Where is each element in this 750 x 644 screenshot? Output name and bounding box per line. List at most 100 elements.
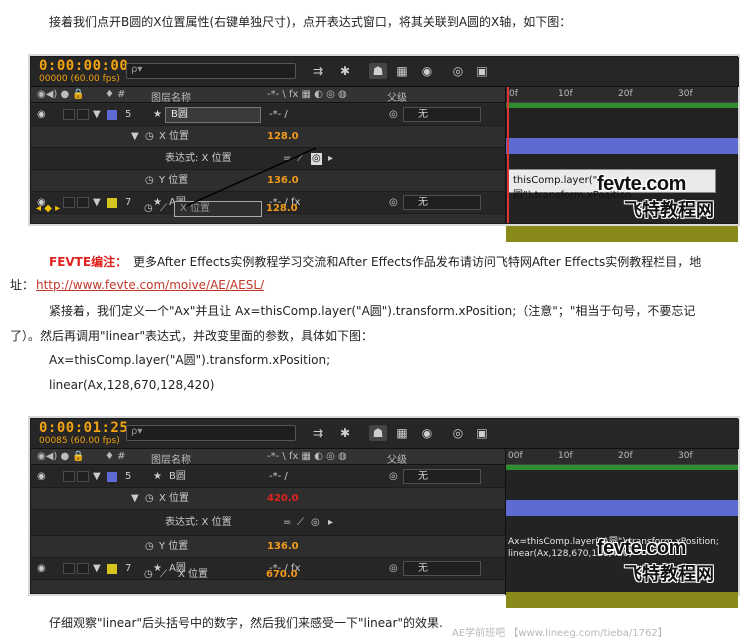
ruler-tick: 20f [618,89,633,99]
timecode-display[interactable]: 0:00:01:25 [39,420,128,436]
time-ruler[interactable]: 0f 10f 20f 30f [506,87,738,103]
time-ruler[interactable]: 00f 10f 20f 30f [506,449,738,465]
brainstorm-icon[interactable]: ▣ [473,63,491,79]
draft-3d-icon[interactable]: ✱ [336,63,354,79]
expand-arrow-icon[interactable]: ▼ [93,109,101,121]
graph-editor-icon[interactable]: ◎ [449,63,467,79]
layer-search-input[interactable]: ρ▾ [126,63,296,79]
current-time-indicator[interactable] [507,87,509,223]
expression-language-menu-icon[interactable]: ▸ [328,153,333,165]
x-position-value[interactable]: 420.0 [267,493,299,505]
pickwhip-icon[interactable]: ◎ [311,153,322,165]
property-row-ypos[interactable]: ◷ Y 位置 136.0 [31,170,505,192]
watermark-cn: 飞特教程网 [624,200,714,220]
pickwhip-icon[interactable]: ◎ [389,471,398,483]
pickwhip-target-field[interactable]: X 位置 [174,201,262,217]
lock-toggle[interactable] [77,109,89,120]
enable-expression-icon[interactable]: = [283,517,291,529]
ruler-tick: 30f [678,451,693,461]
layer-switches-icon[interactable]: -*- / [269,471,288,483]
y-position-label: Y 位置 [159,175,189,186]
note-link[interactable]: http://www.fevte.com/moive/AE/AESL/ [36,277,264,293]
layer-column-header: ◉◀) ● 🔒 ♦ # 图层名称 -*- \ fx ▦ ◐ ◎ ◍ 父级 [31,449,505,466]
frame-blending-icon[interactable]: ▦ [393,425,411,441]
shy-layers-icon[interactable]: ☗ [369,425,387,441]
x-position-value[interactable]: 670.0 [266,569,298,581]
ruler-tick: 20f [618,451,633,461]
brainstorm-icon[interactable]: ▣ [473,425,491,441]
composition-mini-flowchart-icon[interactable]: ⇉ [309,425,327,441]
composition-mini-flowchart-icon[interactable]: ⇉ [309,63,327,79]
stopwatch-icon[interactable]: ◷ [145,175,154,187]
parent-header: 父级 [387,455,407,466]
x-position-value[interactable]: 128.0 [266,203,298,215]
motion-blur-icon[interactable]: ◉ [418,63,436,79]
a-xpos-row[interactable]: ◷ ⟋ X 位置 670.0 [30,564,504,588]
stopwatch-icon[interactable]: ◷ [145,541,154,553]
stopwatch-icon[interactable]: ◷ [144,203,153,215]
keyframe-nav-icon[interactable]: ◂ ◆ ▸ [36,203,60,215]
timecode-display[interactable]: 0:00:00:00 [39,58,128,74]
note-link-anchor[interactable]: http://www.fevte.com/moive/AE/AESL/ [36,278,264,292]
expand-arrow-icon[interactable]: ▼ [131,131,139,143]
frame-blending-icon[interactable]: ▦ [393,63,411,79]
solo-toggle[interactable] [63,471,75,482]
property-row-xpos[interactable]: ▼ ◷ X 位置 128.0 [31,126,505,148]
parent-dropdown[interactable]: 无 [403,107,481,122]
shy-layers-icon[interactable]: ☗ [369,63,387,79]
layer-name-field[interactable]: B圆 [165,107,261,123]
layer-row-b[interactable]: ◉ ▼ 5 ★ B圆 -*- / ◎ 无 [31,104,505,126]
expand-arrow-icon[interactable]: ▼ [93,471,101,483]
layer-search-input[interactable]: ρ▾ [126,425,296,441]
visibility-icon[interactable]: ◉ [37,109,46,121]
property-row-ypos[interactable]: ◷ Y 位置 136.0 [31,536,505,558]
expression-language-menu-icon[interactable]: ▸ [328,517,333,529]
layer-row-b[interactable]: ◉ ▼ 5 ★ B圆 -*- / ◎ 无 [31,466,505,488]
lock-toggle[interactable] [77,471,89,482]
enable-expression-icon[interactable]: = [283,153,291,165]
solo-toggle[interactable] [63,109,75,120]
motion-blur-icon[interactable]: ◉ [418,425,436,441]
x-position-label: X 位置 [159,493,190,504]
layer-bar-b[interactable] [506,500,738,516]
layer-switches-icon[interactable]: -*- / [269,109,288,121]
y-position-value[interactable]: 136.0 [267,175,299,187]
property-row-xpos[interactable]: ▼ ◷ X 位置 420.0 [31,488,505,510]
para2-line2: 了）。然后再调用"linear"表达式，并改变里面的参数，具体如下图： [10,329,373,343]
expand-arrow-icon[interactable]: ▼ [131,493,139,505]
graph-icon[interactable]: ⟋ [297,517,304,529]
stopwatch-icon[interactable]: ◷ [145,131,154,143]
layer-name-header: 图层名称 [151,93,191,104]
switches-icon: -*- \ fx ▦ ◐ ◎ ◍ [267,451,347,462]
visibility-icon[interactable]: ◉ [37,471,46,483]
y-position-value[interactable]: 136.0 [267,541,299,553]
layer-bar-a[interactable] [506,592,738,608]
stopwatch-icon[interactable]: ◷ [144,569,153,581]
ruler-tick: 00f [508,451,523,461]
star-icon: ★ [153,471,162,482]
work-area-bar[interactable] [506,103,738,108]
av-features-icon: ◉◀) ● 🔒 [37,89,85,100]
label-color-swatch[interactable] [107,472,117,482]
switches-icon: -*- \ fx ▦ ◐ ◎ ◍ [267,89,347,100]
layer-bar-a[interactable] [506,226,738,242]
parent-dropdown[interactable]: 无 [403,469,481,484]
graph-editor-icon[interactable]: ◎ [449,425,467,441]
label-color-swatch[interactable] [107,110,117,120]
pickwhip-icon[interactable]: ◎ [311,517,320,529]
a-xpos-row[interactable]: ◂ ◆ ▸ ◷ ⟋ X 位置 128.0 [30,198,504,222]
draft-3d-icon[interactable]: ✱ [336,425,354,441]
stopwatch-icon[interactable]: ◷ [145,493,154,505]
graph-icon[interactable]: ⟋ [160,203,167,215]
x-position-value[interactable]: 128.0 [267,131,299,143]
work-area-bar[interactable] [506,465,738,470]
pickwhip-icon[interactable]: ◎ [389,109,398,121]
graph-icon[interactable]: ⟋ [160,569,167,581]
layer-name[interactable]: B圆 [169,471,186,483]
graph-icon[interactable]: ⟋ [297,153,304,165]
frame-rate-label: 00000 (60.00 fps) [39,74,120,84]
expression-label: 表达式: X 位置 [165,153,232,164]
layer-name-header: 图层名称 [151,455,191,466]
ruler-tick: 30f [678,89,693,99]
layer-bar-b[interactable] [506,138,738,154]
